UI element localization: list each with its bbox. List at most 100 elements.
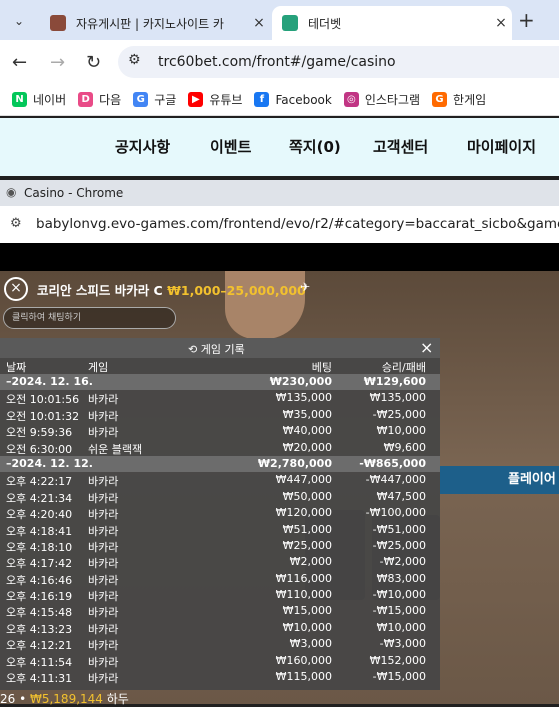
history-cell: 바카라 <box>88 524 119 538</box>
nav-support[interactable]: 고객센터 <box>373 136 428 157</box>
col-game: 게임 <box>88 361 109 374</box>
history-cell: ₩120,000 <box>275 506 332 520</box>
history-cell: ₩10,000 <box>376 424 426 438</box>
history-cell: ₩15,000 <box>282 604 332 618</box>
history-cell: -₩865,000 <box>359 456 426 470</box>
history-cell: 바카라 <box>88 590 119 604</box>
history-cell: ₩9,600 <box>383 440 426 454</box>
history-cell: 오후 4:16:46 <box>6 573 73 587</box>
history-row: 오전 6:30:00 쉬운 블랙잭 ₩20,000 ₩9,600 <box>0 440 440 456</box>
address-bar[interactable]: trc60bet.com/front#/game/casino <box>118 46 559 78</box>
nav-notice[interactable]: 공지사항 <box>115 136 170 157</box>
new-tab-button[interactable]: + <box>518 8 535 32</box>
history-cell: 바카라 <box>88 573 119 587</box>
history-cell: ₩25,000 <box>282 538 332 552</box>
chat-input[interactable]: 클릭하여 채팅하기 <box>3 307 176 329</box>
history-cell: 오전 10:01:32 <box>6 409 80 423</box>
history-row: 오전 10:01:32 바카라 ₩35,000 -₩25,000 <box>0 407 440 423</box>
history-title: ⟲ 게임 기록 <box>188 343 245 356</box>
history-cell: ₩152,000 <box>369 653 426 667</box>
browser-tab-2[interactable]: 테더벳 × <box>272 6 512 40</box>
nav-event[interactable]: 이벤트 <box>210 136 251 157</box>
history-cell: 오후 4:18:41 <box>6 524 73 538</box>
bookmark-label: 한게임 <box>453 93 487 107</box>
bookmark-label: 다음 <box>99 93 122 107</box>
bookmark-favicon-icon: ▶ <box>188 92 204 107</box>
bookmark-label: 네이버 <box>33 93 67 107</box>
bookmark-favicon-icon: G <box>432 92 448 107</box>
bottom-status: 26 • ₩5,189,144 하두 <box>0 692 129 706</box>
popup-url-bar[interactable]: babylonvg.evo-games.com/frontend/evo/r2/… <box>0 206 559 243</box>
bookmark-item[interactable]: N 네이버 <box>12 91 66 108</box>
forward-arrow-icon[interactable]: → <box>50 52 65 73</box>
bookmark-item[interactable]: D 다음 <box>78 91 121 108</box>
history-cell: ₩135,000 <box>275 391 332 405</box>
site-info-icon[interactable]: ⚙ <box>128 52 141 68</box>
reload-icon[interactable]: ↻ <box>86 52 101 73</box>
history-row: 오후 4:12:21 바카라 ₩3,000 -₩3,000 <box>0 636 440 652</box>
tab-title: 자유게시판 | 카지노사이트 카 <box>76 16 224 31</box>
history-cell: ₩10,000 <box>282 620 332 634</box>
close-game-button[interactable]: × <box>4 277 28 301</box>
history-cell: ₩47,500 <box>376 489 426 503</box>
history-cell: ₩447,000 <box>275 473 332 487</box>
site-info-icon[interactable]: ⚙ <box>10 216 22 231</box>
history-cell: 오후 4:22:17 <box>6 475 73 489</box>
history-cell: ₩160,000 <box>275 653 332 667</box>
history-close-icon[interactable]: × <box>420 338 433 357</box>
history-row: 오후 4:13:23 바카라 ₩10,000 ₩10,000 <box>0 620 440 636</box>
bookmark-favicon-icon: ◎ <box>343 92 359 107</box>
history-cell: 바카라 <box>88 557 119 571</box>
history-cell: 쉬운 블랙잭 <box>88 442 143 456</box>
history-cell: -₩447,000 <box>365 473 426 487</box>
history-cell: 오전 9:59:36 <box>6 426 73 440</box>
history-cell: 바카라 <box>88 606 119 620</box>
history-cell: 오후 4:13:23 <box>6 622 73 636</box>
history-cell: -₩15,000 <box>372 670 426 684</box>
back-arrow-icon[interactable]: ← <box>12 52 27 73</box>
nav-messages[interactable]: 쪽지(0) <box>289 136 341 157</box>
history-cell: 오후 4:11:31 <box>6 672 73 686</box>
tab-search-dropdown-icon[interactable]: ⌄ <box>8 10 30 32</box>
bookmark-label: 구글 <box>154 93 177 107</box>
history-cell: 오후 4:17:42 <box>6 557 73 571</box>
col-result: 승리/패배 <box>381 361 426 374</box>
bookmark-favicon-icon: D <box>78 92 94 107</box>
bookmark-item[interactable]: G 구글 <box>133 91 176 108</box>
bookmark-label: Facebook <box>275 92 332 107</box>
history-cell: 바카라 <box>88 508 119 522</box>
history-cell: 오전 6:30:00 <box>6 442 73 456</box>
history-cell: 바카라 <box>88 639 119 653</box>
history-cell: ₩51,000 <box>282 522 332 536</box>
game-name: 코리안 스피드 바카라 C <box>37 283 163 298</box>
history-cell: -₩3,000 <box>379 637 426 651</box>
bookmark-item[interactable]: ◎ 인스타그램 <box>343 91 420 108</box>
tether-favicon-icon <box>282 15 298 31</box>
history-rows: –2024. 12. 16. ₩230,000 ₩129,600 오전 10:01:5… <box>0 374 440 685</box>
history-cell: ₩10,000 <box>376 620 426 634</box>
popup-window-title: Casino - Chrome <box>0 180 559 206</box>
bookmark-item[interactable]: ▶ 유튜브 <box>188 91 242 108</box>
nav-mypage[interactable]: 마이페이지 <box>467 136 536 157</box>
history-cell: ₩115,000 <box>275 670 332 684</box>
history-cell: 바카라 <box>88 475 119 489</box>
history-row: 오후 4:22:17 바카라 ₩447,000 -₩447,000 <box>0 472 440 488</box>
history-cell: ₩50,000 <box>282 489 332 503</box>
history-cell: 오후 4:15:48 <box>6 606 73 620</box>
history-row: 오전 9:59:36 바카라 ₩40,000 ₩10,000 <box>0 423 440 439</box>
history-cell: ₩3,000 <box>289 637 332 651</box>
history-cell: 바카라 <box>88 491 119 505</box>
browser-tab-1[interactable]: 자유게시판 | 카지노사이트 카 × <box>40 6 270 40</box>
col-bet: 베팅 <box>311 361 332 374</box>
bookmark-item[interactable]: G 한게임 <box>432 91 486 108</box>
history-cell: 바카라 <box>88 393 119 407</box>
history-cell: ₩2,000 <box>289 555 332 569</box>
tab-close-icon[interactable]: × <box>248 15 270 31</box>
col-date: 날짜 <box>6 361 27 374</box>
bookmark-item[interactable]: f Facebook <box>254 92 332 107</box>
history-cell: 바카라 <box>88 540 119 554</box>
tab-close-icon[interactable]: × <box>490 15 512 31</box>
pin-icon[interactable]: ✈ <box>300 280 310 294</box>
history-cell: ₩230,000 <box>269 375 332 388</box>
history-row: 오후 4:16:19 바카라 ₩110,000 -₩10,000 <box>0 587 440 603</box>
